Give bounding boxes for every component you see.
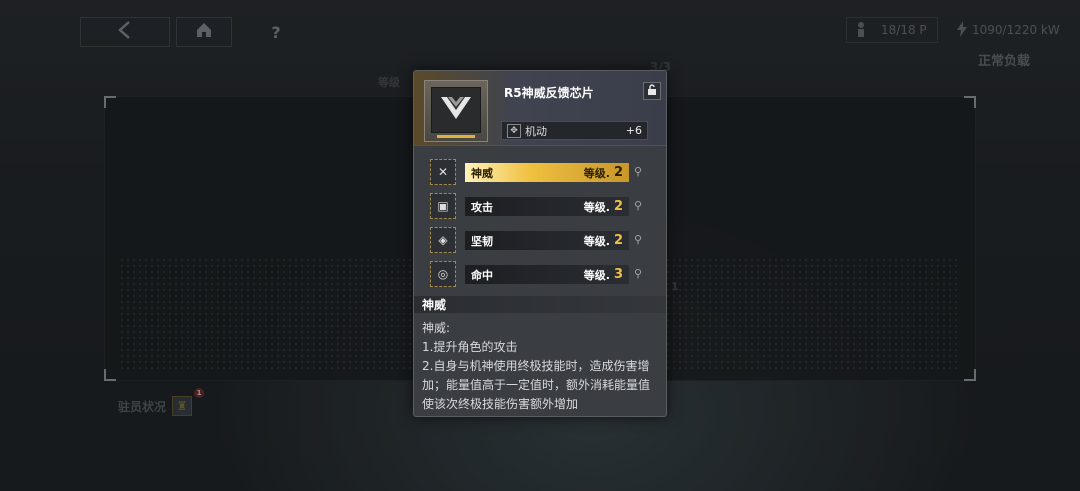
- skill-level: 2: [613, 199, 623, 214]
- description-line: 神威:: [422, 321, 451, 335]
- skill-level-label: 等级.: [583, 166, 610, 180]
- skill-row-shenwei[interactable]: ✕ 神威 等级. 2 ⚲: [430, 159, 650, 185]
- magnify-icon[interactable]: ⚲: [634, 165, 642, 178]
- skill-name: 坚韧: [471, 234, 493, 248]
- skill-level-label: 等级.: [583, 200, 610, 214]
- description-body: 神威: 1.提升角色的攻击 2.自身与机神使用终极技能时，造成伤害增 加；能量值…: [422, 319, 664, 414]
- toughness-icon: ◈: [430, 227, 456, 253]
- description-title: 神威: [414, 296, 666, 313]
- shenwei-chip-icon: [439, 93, 473, 127]
- magnify-icon[interactable]: ⚲: [634, 267, 642, 280]
- chip-title: R5神威反馈芯片: [504, 86, 594, 100]
- description-line: 1.提升角色的攻击: [422, 340, 518, 354]
- chip-detail-popup: R5神威反馈芯片 ✥ 机动 +6 ✕ 神威 等级. 2 ⚲ ▣ 攻击 等级. 2…: [413, 70, 667, 417]
- skill-level: 3: [613, 267, 623, 282]
- skill-row-toughness[interactable]: ◈ 坚韧 等级. 2 ⚲: [430, 227, 650, 253]
- skill-name: 神威: [471, 166, 493, 180]
- unlock-icon: [646, 83, 658, 99]
- skill-row-attack[interactable]: ▣ 攻击 等级. 2 ⚲: [430, 193, 650, 219]
- description-line: 使该次终极技能伤害额外增加: [422, 397, 579, 411]
- magnify-icon[interactable]: ⚲: [634, 233, 642, 246]
- skill-name: 命中: [471, 268, 493, 282]
- stat-row: ✥ 机动 +6: [501, 121, 648, 140]
- rarity-bar: [437, 135, 475, 138]
- skill-level: 2: [613, 165, 623, 180]
- accuracy-icon: ◎: [430, 261, 456, 287]
- skill-level-label: 等级.: [583, 268, 610, 282]
- chip-thumbnail: [424, 80, 488, 142]
- attack-icon: ▣: [430, 193, 456, 219]
- shenwei-icon: ✕: [430, 159, 456, 185]
- stat-value: +6: [625, 124, 642, 137]
- lock-button[interactable]: [643, 82, 661, 100]
- skill-level: 2: [613, 233, 623, 248]
- stat-label: 机动: [525, 124, 547, 138]
- description-line: 2.自身与机神使用终极技能时，造成伤害增: [422, 359, 650, 373]
- skill-list: ✕ 神威 等级. 2 ⚲ ▣ 攻击 等级. 2 ⚲ ◈ 坚韧 等级. 2 ⚲ ◎…: [430, 159, 650, 295]
- magnify-icon[interactable]: ⚲: [634, 199, 642, 212]
- skill-level-label: 等级.: [583, 234, 610, 248]
- skill-name: 攻击: [471, 200, 493, 214]
- mobility-icon: ✥: [507, 123, 521, 138]
- skill-row-accuracy[interactable]: ◎ 命中 等级. 3 ⚲: [430, 261, 650, 287]
- description-line: 加；能量值高于一定值时，额外消耗能量值: [422, 378, 651, 392]
- popup-header: R5神威反馈芯片 ✥ 机动 +6: [414, 71, 666, 146]
